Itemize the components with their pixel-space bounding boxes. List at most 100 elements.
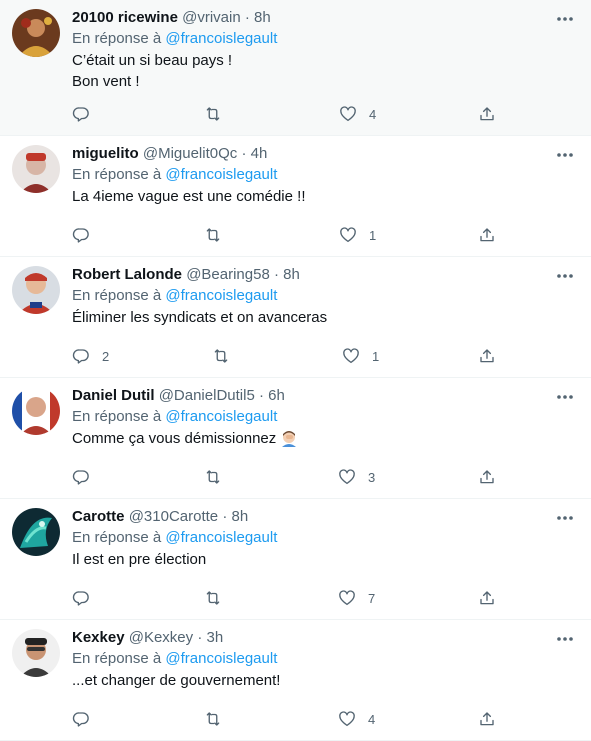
tweet-header: miguelito @Miguelit0Qc · 4h: [72, 144, 575, 164]
mention-link[interactable]: @francoislegault: [165, 529, 277, 546]
timestamp[interactable]: 6h: [268, 387, 285, 404]
separator-dot: ·: [258, 387, 264, 404]
retweet-button[interactable]: [204, 588, 234, 608]
reply-button[interactable]: [72, 588, 102, 608]
more-options-icon[interactable]: [553, 509, 577, 527]
mention-link[interactable]: @francoislegault: [165, 30, 277, 47]
reply-button[interactable]: [72, 467, 102, 487]
like-count: 4: [369, 106, 377, 122]
timestamp[interactable]: 3h: [206, 629, 223, 646]
share-button[interactable]: [478, 709, 496, 729]
like-button[interactable]: 1: [339, 225, 376, 245]
user-handle[interactable]: @DanielDutil5: [159, 387, 255, 404]
user-handle[interactable]: @Bearing58: [186, 266, 270, 283]
like-button[interactable]: 7: [338, 588, 375, 608]
like-count: 7: [368, 590, 376, 606]
heart-icon: [342, 347, 360, 365]
tweet-header: Robert Lalonde @Bearing58 · 8h: [72, 265, 575, 285]
display-name[interactable]: Kexkey: [72, 629, 125, 646]
like-button[interactable]: 4: [339, 104, 376, 124]
tweet-text: Comme ça vous démissionnez: [72, 428, 575, 453]
like-button[interactable]: 4: [338, 709, 375, 729]
heart-icon: [338, 589, 356, 607]
man-facepalming-emoji: [280, 429, 298, 453]
reply-icon: [72, 105, 90, 123]
like-count: 3: [368, 469, 376, 485]
retweet-icon: [204, 468, 222, 486]
user-handle[interactable]: @vrivain: [182, 9, 241, 26]
more-options-icon[interactable]: [553, 388, 577, 406]
user-handle[interactable]: @310Carotte: [129, 508, 218, 525]
timestamp[interactable]: 4h: [251, 145, 268, 162]
mention-link[interactable]: @francoislegault: [165, 408, 277, 425]
retweet-button[interactable]: [204, 709, 234, 729]
like-count: 1: [369, 227, 377, 243]
like-button[interactable]: 3: [338, 467, 375, 487]
action-bar: 1: [72, 225, 512, 245]
avatar[interactable]: [12, 387, 60, 435]
mention-link[interactable]: @francoislegault: [165, 166, 277, 183]
share-button[interactable]: [478, 346, 496, 366]
action-bar: 4: [72, 104, 512, 124]
tweet[interactable]: Daniel Dutil @DanielDutil5 · 6h En répon…: [0, 378, 591, 499]
like-button[interactable]: 1: [342, 346, 379, 366]
reply-count: 2: [102, 348, 110, 364]
share-button[interactable]: [478, 225, 496, 245]
mention-link[interactable]: @francoislegault: [165, 650, 277, 667]
reply-prefix: En réponse à: [72, 529, 162, 546]
reply-button[interactable]: [72, 709, 102, 729]
action-bar: 3: [72, 467, 512, 487]
reply-button[interactable]: 2: [72, 346, 109, 366]
avatar[interactable]: [12, 508, 60, 556]
display-name[interactable]: 20100 ricewine: [72, 9, 178, 26]
timestamp[interactable]: 8h: [254, 9, 271, 26]
tweet[interactable]: Carotte @310Carotte · 8h En réponse à @f…: [0, 499, 591, 620]
share-button[interactable]: [478, 588, 496, 608]
retweet-button[interactable]: [212, 346, 242, 366]
tweet-header: Carotte @310Carotte · 8h: [72, 507, 575, 527]
more-options-icon[interactable]: [553, 10, 577, 28]
reply-icon: [72, 226, 90, 244]
separator-dot: ·: [222, 508, 228, 525]
reply-button[interactable]: [72, 225, 102, 245]
reply-prefix: En réponse à: [72, 166, 162, 183]
reply-button[interactable]: [72, 104, 102, 124]
heart-icon: [338, 468, 356, 486]
more-options-icon[interactable]: [553, 630, 577, 648]
retweet-icon: [204, 226, 222, 244]
display-name[interactable]: miguelito: [72, 145, 139, 162]
more-options-icon[interactable]: [553, 146, 577, 164]
mention-link[interactable]: @francoislegault: [165, 287, 277, 304]
reply-context: En réponse à @francoislegault: [72, 165, 575, 185]
avatar[interactable]: [12, 266, 60, 314]
timestamp[interactable]: 8h: [231, 508, 248, 525]
display-name[interactable]: Daniel Dutil: [72, 387, 155, 404]
timestamp[interactable]: 8h: [283, 266, 300, 283]
tweet-header: 20100 ricewine @vrivain · 8h: [72, 8, 575, 28]
tweet-text-line: Il est en pre élection: [72, 551, 207, 568]
user-handle[interactable]: @Kexkey: [129, 629, 193, 646]
tweet-text: C’était un si beau pays ! Bon vent !: [72, 50, 575, 92]
share-button[interactable]: [478, 104, 496, 124]
display-name[interactable]: Carotte: [72, 508, 125, 525]
display-name[interactable]: Robert Lalonde: [72, 266, 182, 283]
tweet[interactable]: Robert Lalonde @Bearing58 · 8h En répons…: [0, 257, 591, 378]
avatar[interactable]: [12, 9, 60, 57]
avatar[interactable]: [12, 145, 60, 193]
retweet-button[interactable]: [204, 225, 234, 245]
retweet-button[interactable]: [204, 467, 234, 487]
tweet[interactable]: Kexkey @Kexkey · 3h En réponse à @franco…: [0, 620, 591, 741]
more-options-icon[interactable]: [553, 267, 577, 285]
user-handle[interactable]: @Miguelit0Qc: [143, 145, 237, 162]
tweet[interactable]: miguelito @Miguelit0Qc · 4h En réponse à…: [0, 136, 591, 257]
retweet-button[interactable]: [204, 104, 234, 124]
reply-prefix: En réponse à: [72, 30, 162, 47]
tweet-text-line: Bon vent !: [72, 73, 140, 90]
tweet-text: Il est en pre élection: [72, 549, 575, 570]
share-button[interactable]: [478, 467, 496, 487]
action-bar: 4: [72, 709, 512, 729]
tweet-text-line: C’était un si beau pays !: [72, 52, 233, 69]
avatar[interactable]: [12, 629, 60, 677]
tweet-text: La 4ieme vague est une comédie !!: [72, 186, 575, 207]
tweet[interactable]: 20100 ricewine @vrivain · 8h En réponse …: [0, 0, 591, 136]
